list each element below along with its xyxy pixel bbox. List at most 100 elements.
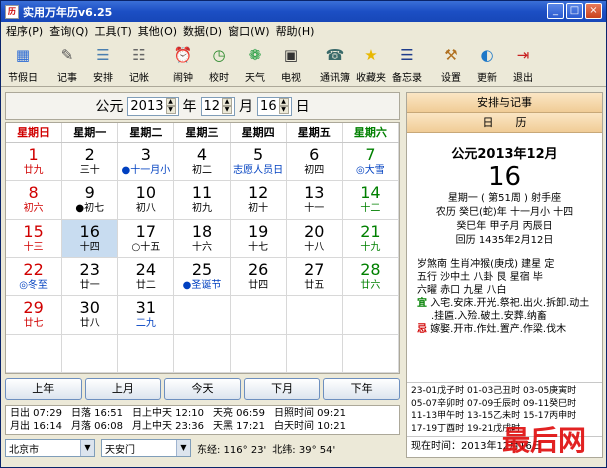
day-cell[interactable]: 20 十八	[286, 219, 343, 258]
day-cell[interactable]: 8 初六	[6, 181, 63, 220]
tab-schedule-notes[interactable]: 安排与记事	[407, 93, 602, 113]
day-cell[interactable]: 25 ●圣诞节	[174, 258, 231, 297]
spin-down-icon[interactable]: ▼	[278, 106, 289, 114]
prev-year-button[interactable]: 上年	[5, 378, 82, 400]
title-bar[interactable]: 历 实用万年历v6.25 _ □ ×	[1, 1, 606, 22]
toolbar-button-favorites-star[interactable]: ★ 收藏夹	[355, 41, 387, 84]
sun-moon-times: 日出 07:29 日落 16:51 日上中天 12:10 天亮 06:59 日照时间 0…	[5, 405, 400, 435]
spin-up-icon[interactable]: ▲	[222, 98, 233, 106]
maximize-button[interactable]: □	[566, 3, 583, 19]
day-cell[interactable]: 15 十三	[6, 219, 63, 258]
today-button[interactable]: 今天	[164, 378, 241, 400]
year-unit: 年	[182, 99, 197, 115]
day-number: 14	[360, 183, 381, 203]
toolbar-button-ledger[interactable]: ☷ 记帐	[123, 41, 155, 84]
spin-up-icon[interactable]: ▲	[165, 98, 176, 106]
day-cell[interactable]: 6 初四	[286, 143, 343, 182]
toolbar-button-schedule[interactable]: ☰ 安排	[87, 41, 119, 84]
lunar-label: 初六	[23, 203, 44, 215]
day-cell[interactable]: 14 十二	[342, 181, 399, 220]
lunar-label: 廿五	[304, 280, 325, 291]
menu-item[interactable]: 程序(P)	[3, 23, 46, 39]
menu-item[interactable]: 其他(O)	[135, 23, 180, 39]
toolbar-button-update-globe[interactable]: ◐ 更新	[471, 41, 503, 84]
toolbar-button-weather[interactable]: ❁ 天气	[239, 41, 271, 84]
spin-down-icon[interactable]: ▼	[222, 106, 233, 114]
menu-item[interactable]: 帮助(H)	[273, 23, 318, 39]
toolbar-button-tv[interactable]: ▣ 电视	[275, 41, 307, 84]
toolbar-label: 校时	[209, 73, 229, 84]
toolbar-button-settings-tools[interactable]: ⚒ 设置	[435, 41, 467, 84]
prev-month-button[interactable]: 上月	[84, 378, 162, 400]
menu-item[interactable]: 窗口(W)	[225, 23, 272, 39]
day-cell[interactable]: 7 ◎大雪	[342, 143, 399, 182]
year-spinner[interactable]: 2013 ▲ ▼	[127, 96, 179, 116]
day-number: 21	[360, 221, 381, 241]
menu-item[interactable]: 查询(Q)	[46, 23, 91, 39]
lunar-label: 初二	[191, 165, 212, 176]
day-cell[interactable]: 31 二九	[118, 296, 175, 335]
menu-item[interactable]: 数据(D)	[180, 23, 225, 39]
toolbar-button-holiday-calendar[interactable]: ▦ 节假日	[7, 41, 39, 84]
toolbar-button-time-sync[interactable]: ◷ 校时	[203, 41, 235, 84]
spin-up-icon[interactable]: ▲	[278, 98, 289, 106]
day-cell[interactable]: 2 三十	[62, 143, 119, 182]
day-cell[interactable]: 27 廿五	[286, 258, 343, 297]
lunar-label: 十六	[191, 241, 212, 253]
minimize-button[interactable]: _	[547, 3, 564, 19]
day-cell[interactable]: 1 廿九	[6, 143, 63, 182]
toolbar-button-alarm-clock[interactable]: ⏰ 闹钟	[167, 41, 199, 84]
lunar-label: 十三	[23, 241, 44, 253]
day-cell[interactable]: 10 初八	[118, 181, 175, 220]
next-year-button[interactable]: 下年	[323, 378, 400, 400]
sun-time: 白天时间 10:21	[274, 421, 346, 432]
toolbar-button-notebook[interactable]: ✎ 记事	[51, 41, 83, 84]
day-cell[interactable]: 16 十四	[62, 219, 119, 258]
lunar-label: 十四	[79, 241, 100, 253]
sun-time: 日上中天 12:10	[132, 408, 204, 419]
empty-cell	[62, 334, 119, 373]
toolbar-button-memo[interactable]: ☰ 备忘录	[391, 41, 423, 84]
day-cell[interactable]: 12 初十	[230, 181, 287, 220]
date-navigator: 公元 2013 ▲ ▼ 年 12 ▲ ▼ 月 16 ▲ ▼ 日	[5, 92, 400, 120]
day-number: 20	[304, 221, 325, 241]
day-cell[interactable]: 28 廿六	[342, 258, 399, 297]
tab-calendar[interactable]: 日 历	[407, 113, 602, 133]
day-cell[interactable]: 21 十九	[342, 219, 399, 258]
day-cell[interactable]: 30 廿八	[62, 296, 119, 335]
day-cell[interactable]: 24 廿二	[118, 258, 175, 297]
day-cell[interactable]: 4 初二	[174, 143, 231, 182]
day-cell[interactable]: 17 ○十五	[118, 219, 175, 258]
day-cell[interactable]: 19 十七	[230, 219, 287, 258]
toolbar-button-address-book[interactable]: ☎ 通讯簿	[319, 41, 351, 84]
detail-year-month: 公元2013年12月	[451, 147, 558, 162]
place-value: 天安门	[105, 444, 135, 456]
day-cell[interactable]: 23 廿一	[62, 258, 119, 297]
day-cell[interactable]: 26 廿四	[230, 258, 287, 297]
toolbar-label: 闹钟	[173, 73, 193, 84]
lunar-label: 志愿人员日	[233, 165, 284, 176]
spin-down-icon[interactable]: ▼	[165, 106, 176, 114]
day-cell[interactable]: 3 ●十一月小	[118, 143, 175, 182]
day-cell[interactable]: 22 ◎冬至	[6, 258, 63, 297]
menu-item[interactable]: 工具(T)	[91, 23, 134, 39]
day-cell[interactable]: 18 十六	[174, 219, 231, 258]
place-select[interactable]: 天安门 ▼	[101, 439, 191, 457]
lunar-label: 廿一	[79, 280, 100, 291]
day-cell[interactable]: 11 初九	[174, 181, 231, 220]
toolbar: ▦ 节假日 ✎ 记事 ☰ 安排 ☷ 记帐 ⏰ 闹钟 ◷ 校时 ❁ 天气 ▣ 电视 ☎ 通讯簿 ★ 收藏夹 ☰ 备忘录 ⚒ 设置…	[1, 41, 606, 87]
day-cell[interactable]: 29 廿七	[6, 296, 63, 335]
month-spinner[interactable]: 12 ▲ ▼	[200, 96, 236, 116]
detail-line: 农历 癸巳(蛇)年 十一月小 十四	[435, 207, 574, 218]
close-button[interactable]: ×	[585, 3, 602, 19]
next-month-button[interactable]: 下月	[243, 378, 321, 400]
day-cell[interactable]: 9 ●初七	[62, 181, 119, 220]
day-cell[interactable]: 13 十一	[286, 181, 343, 220]
lunar-label: 十九	[360, 241, 381, 253]
day-cell[interactable]: 5 志愿人员日	[230, 143, 287, 182]
sun-time: 月出 16:14	[10, 421, 62, 432]
almanac-line: 岁煞南 生肖冲猴(庚戌) 建星 定	[417, 259, 555, 270]
day-spinner[interactable]: 16 ▲ ▼	[257, 96, 292, 116]
toolbar-button-exit-door[interactable]: ⇥ 退出	[507, 41, 539, 84]
city-select[interactable]: 北京市 ▼	[5, 439, 95, 457]
